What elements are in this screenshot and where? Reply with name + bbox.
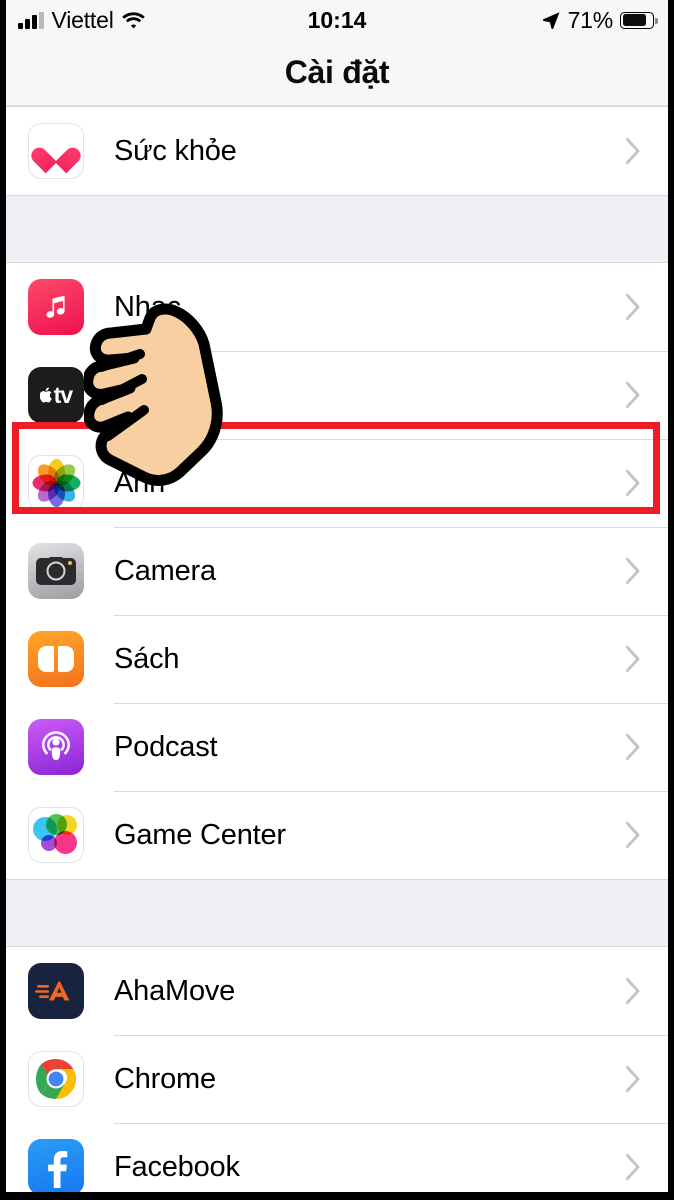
settings-row-music[interactable]: Nhạc: [6, 263, 668, 351]
settings-row-camera[interactable]: Camera: [6, 527, 668, 615]
chevron-right-icon: [625, 1064, 642, 1094]
settings-row-facebook[interactable]: Facebook: [6, 1123, 668, 1192]
phone-screen: Viettel 10:14 71% Cài đặt Sức khỏe Nhạc …: [6, 0, 668, 1192]
facebook-icon: [28, 1139, 84, 1192]
settings-row-health[interactable]: Sức khỏe: [6, 107, 668, 195]
settings-row-chrome[interactable]: Chrome: [6, 1035, 668, 1123]
settings-group-third-party: AhaMove Chrome Facebook: [6, 946, 668, 1192]
settings-row-label: Camera: [114, 554, 216, 587]
photos-icon: [28, 455, 84, 511]
health-icon: [28, 123, 84, 179]
battery-icon: [620, 11, 658, 29]
ahamove-icon: [28, 963, 84, 1019]
section-gap-2: [6, 880, 668, 946]
chevron-right-icon: [625, 976, 642, 1006]
carrier-label: Viettel: [51, 6, 114, 33]
settings-row-label: Nhạc: [114, 290, 181, 323]
chevron-right-icon: [625, 136, 642, 166]
status-bar-right: 71%: [541, 0, 658, 40]
settings-row-photos[interactable]: Ảnh: [6, 439, 668, 527]
photos-pinwheel: [32, 459, 80, 507]
chevron-right-icon: [625, 644, 642, 674]
settings-group-apple-apps: Nhạc tv Ảnh Camera Sách Podcast Game Cen…: [6, 262, 668, 880]
settings-row-label: AhaMove: [114, 974, 236, 1007]
settings-row-label: Sức khỏe: [114, 134, 237, 167]
chevron-right-icon: [625, 292, 642, 322]
clock-label: 10:14: [307, 6, 367, 33]
wifi-icon: [121, 11, 145, 29]
chevron-right-icon: [625, 380, 642, 410]
music-icon: [28, 279, 84, 335]
settings-list: Sức khỏe Nhạc tv Ảnh Camera Sách Podcast…: [6, 106, 668, 1192]
section-gap-1: [6, 196, 668, 262]
game-center-icon: [28, 807, 84, 863]
chevron-right-icon: [625, 820, 642, 850]
settings-row-podcast[interactable]: Podcast: [6, 703, 668, 791]
settings-row-label: Chrome: [114, 1062, 216, 1095]
settings-row-tv[interactable]: tv: [6, 351, 668, 439]
books-icon: [28, 631, 84, 687]
cellular-signal-icon: [18, 11, 44, 29]
settings-row-label: Podcast: [114, 730, 218, 763]
location-arrow-icon: [541, 10, 561, 30]
phone-frame: Viettel 10:14 71% Cài đặt Sức khỏe Nhạc …: [0, 0, 674, 1200]
apple-tv-icon: tv: [28, 367, 84, 423]
chevron-right-icon: [625, 468, 642, 498]
settings-row-label: Facebook: [114, 1150, 240, 1183]
chevron-right-icon: [625, 556, 642, 586]
settings-row-label: Ảnh: [114, 466, 165, 499]
status-bar-left: Viettel: [18, 7, 145, 34]
podcast-icon: [28, 719, 84, 775]
chevron-right-icon: [625, 1152, 642, 1182]
settings-row-label: Game Center: [114, 818, 286, 851]
status-bar: Viettel 10:14 71%: [6, 0, 668, 40]
chrome-icon: [28, 1051, 84, 1107]
chevron-right-icon: [625, 732, 642, 762]
settings-row-gamecenter[interactable]: Game Center: [6, 791, 668, 879]
battery-percent-label: 71%: [567, 6, 614, 33]
camera-icon: [28, 543, 84, 599]
settings-row-books[interactable]: Sách: [6, 615, 668, 703]
settings-group-health: Sức khỏe: [6, 106, 668, 196]
navigation-bar: Cài đặt: [6, 40, 668, 106]
page-title: Cài đặt: [284, 54, 390, 90]
settings-row-ahamove[interactable]: AhaMove: [6, 947, 668, 1035]
settings-row-label: Sách: [114, 642, 180, 675]
